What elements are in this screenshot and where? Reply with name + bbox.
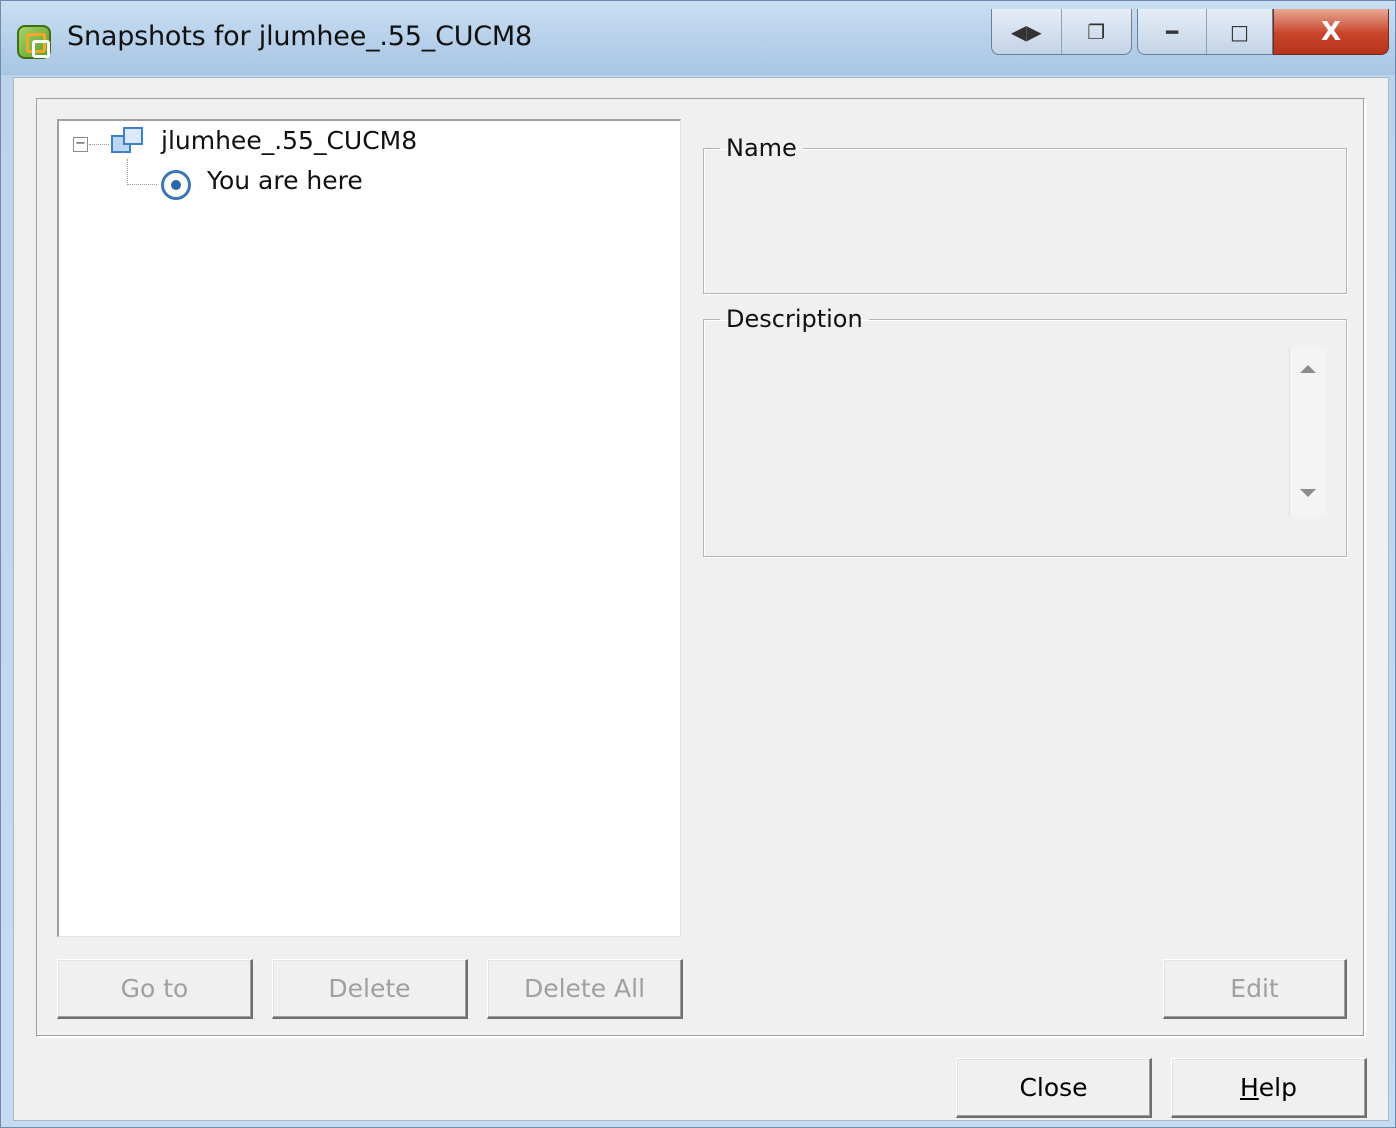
description-group: Description	[703, 305, 1347, 557]
description-scrollbar[interactable]	[1289, 347, 1327, 517]
delete-all-button[interactable]: Delete All	[487, 959, 683, 1019]
collapse-icon[interactable]: −	[73, 137, 88, 152]
tree-connector	[89, 144, 109, 145]
copy-icon[interactable]: ❐	[1062, 9, 1132, 54]
you-are-here-icon	[161, 170, 191, 200]
snapshot-panel: − jlumhee_.55_CUCM8 You are here Name De…	[36, 98, 1366, 1038]
title-bar[interactable]: Snapshots for jlumhee_.55_CUCM8 ◀▶ ❐ ━ □…	[1, 1, 1396, 77]
close-button[interactable]: Close	[956, 1058, 1152, 1118]
maximize-icon[interactable]: □	[1207, 9, 1272, 54]
scroll-up-icon[interactable]	[1300, 365, 1316, 373]
tree-connector	[127, 184, 157, 185]
goto-button[interactable]: Go to	[57, 959, 253, 1019]
name-group: Name	[703, 134, 1347, 294]
edit-button[interactable]: Edit	[1163, 959, 1347, 1019]
extra-caption-buttons: ◀▶ ❐	[991, 9, 1132, 55]
delete-button[interactable]: Delete	[272, 959, 468, 1019]
name-legend: Name	[726, 134, 797, 162]
minimize-icon[interactable]: ━	[1138, 9, 1207, 54]
dialog-client-area: − jlumhee_.55_CUCM8 You are here Name De…	[13, 77, 1389, 1121]
tree-item-root[interactable]: jlumhee_.55_CUCM8	[161, 123, 417, 157]
vsphere-app-icon	[17, 25, 51, 59]
virtual-machine-icon	[111, 125, 145, 157]
tree-item-you-are-here-label: You are here	[207, 165, 363, 195]
help-label: elp	[1258, 1073, 1297, 1102]
window-caption-buttons: ━ □	[1137, 9, 1273, 55]
tree-connector	[127, 159, 128, 185]
description-legend: Description	[726, 305, 863, 333]
scroll-down-icon[interactable]	[1300, 489, 1316, 497]
help-button[interactable]: Help	[1171, 1058, 1367, 1118]
tree-item-root-label: jlumhee_.55_CUCM8	[161, 125, 418, 155]
snapshot-manager-window: Snapshots for jlumhee_.55_CUCM8 ◀▶ ❐ ━ □…	[0, 0, 1396, 1128]
tree-item-you-are-here[interactable]: You are here	[207, 163, 363, 197]
snapshot-tree[interactable]: − jlumhee_.55_CUCM8 You are here	[57, 119, 681, 937]
close-icon[interactable]: X	[1273, 9, 1389, 55]
view-toggle-icon[interactable]: ◀▶	[992, 9, 1062, 54]
window-title: Snapshots for jlumhee_.55_CUCM8	[67, 21, 533, 52]
help-mnemonic: H	[1239, 1073, 1259, 1102]
